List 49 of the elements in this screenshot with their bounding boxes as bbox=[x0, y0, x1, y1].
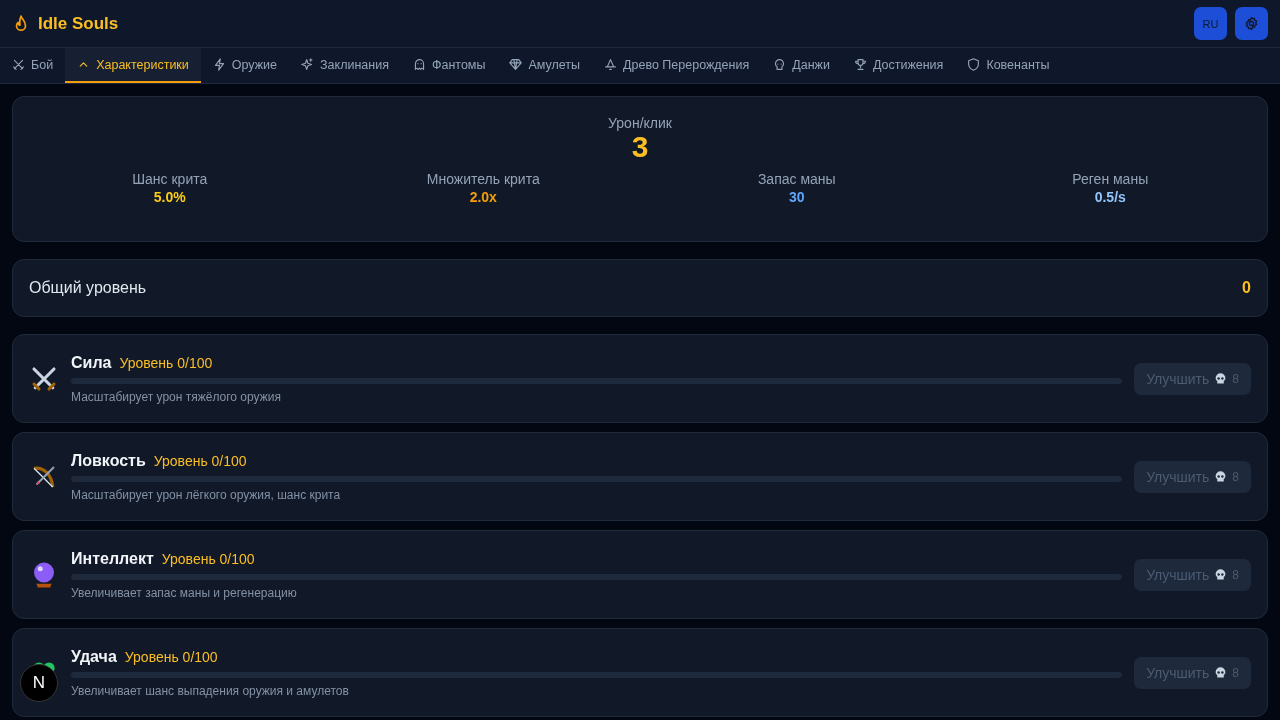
skull-icon bbox=[1214, 568, 1228, 581]
attribute-description: Масштабирует урон лёгкого оружия, шанс крита bbox=[71, 487, 342, 502]
app-title: Idle Souls bbox=[38, 13, 119, 34]
attribute-name: Ловкость bbox=[71, 451, 146, 470]
skull-icon bbox=[773, 58, 787, 71]
gem-icon bbox=[509, 58, 523, 71]
nav-tab[interactable]: Бой bbox=[0, 48, 66, 83]
attribute-level: Уровень 0/100 bbox=[124, 648, 218, 665]
skull-icon bbox=[1214, 666, 1228, 679]
stat-label: Запас маны bbox=[757, 171, 836, 187]
nav-tab[interactable]: Характеристики bbox=[65, 48, 201, 83]
nav-tab[interactable]: Фантомы bbox=[400, 48, 498, 83]
shield-icon bbox=[967, 58, 981, 71]
settings-button[interactable] bbox=[1235, 7, 1268, 40]
nav-tab[interactable]: Данжи bbox=[761, 48, 842, 83]
attribute-level: Уровень 0/100 bbox=[119, 354, 213, 371]
settings-icon bbox=[1244, 16, 1259, 31]
attribute-description: Увеличивает шанс выпадения оружия и амулетов bbox=[71, 683, 350, 698]
stat-label: Шанс крита bbox=[132, 171, 208, 187]
attribute-description: Масштабирует урон тяжёлого оружия bbox=[71, 389, 282, 404]
ghost-icon bbox=[412, 58, 426, 71]
stat-value: 2.0x bbox=[469, 189, 497, 205]
stat-value: 30 bbox=[788, 189, 805, 205]
stat-label: Множитель крита bbox=[426, 171, 540, 187]
skull-icon bbox=[1214, 372, 1228, 385]
swords-icon bbox=[12, 58, 25, 71]
nav-tab[interactable]: Ковенанты bbox=[955, 48, 1062, 83]
nav-tab[interactable]: Амулеты bbox=[497, 48, 593, 83]
stat-value: 0.5/s bbox=[1094, 189, 1126, 205]
total-level-label: Общий уровень bbox=[29, 279, 147, 297]
nav-tab[interactable]: Оружие bbox=[200, 48, 290, 83]
trophy-icon bbox=[853, 58, 867, 71]
bolt-icon bbox=[212, 58, 226, 71]
stat-label: Реген маны bbox=[1072, 171, 1149, 187]
attribute-level: Уровень 0/100 bbox=[153, 452, 247, 469]
nav-tab[interactable]: Древо Перерождения bbox=[592, 48, 762, 83]
stat-value: 3 bbox=[631, 131, 649, 163]
attribute-description: Увеличивает запас маны и регенерацию bbox=[71, 585, 298, 600]
stat-value: 5.0% bbox=[153, 189, 186, 205]
nav-tab[interactable]: Заклинания bbox=[289, 48, 401, 83]
attribute-name: Сила bbox=[71, 353, 112, 372]
nav-tab[interactable]: Достижения bbox=[841, 48, 956, 83]
sparkles-icon bbox=[301, 58, 315, 71]
total-level-value: 0 bbox=[1242, 279, 1251, 297]
attribute-level: Уровень 0/100 bbox=[161, 550, 255, 567]
attribute-name: Удача bbox=[71, 647, 117, 666]
skull-icon bbox=[1214, 470, 1228, 483]
stat-label: Урон/клик bbox=[608, 115, 672, 131]
attribute-name: Интеллект bbox=[71, 549, 154, 568]
